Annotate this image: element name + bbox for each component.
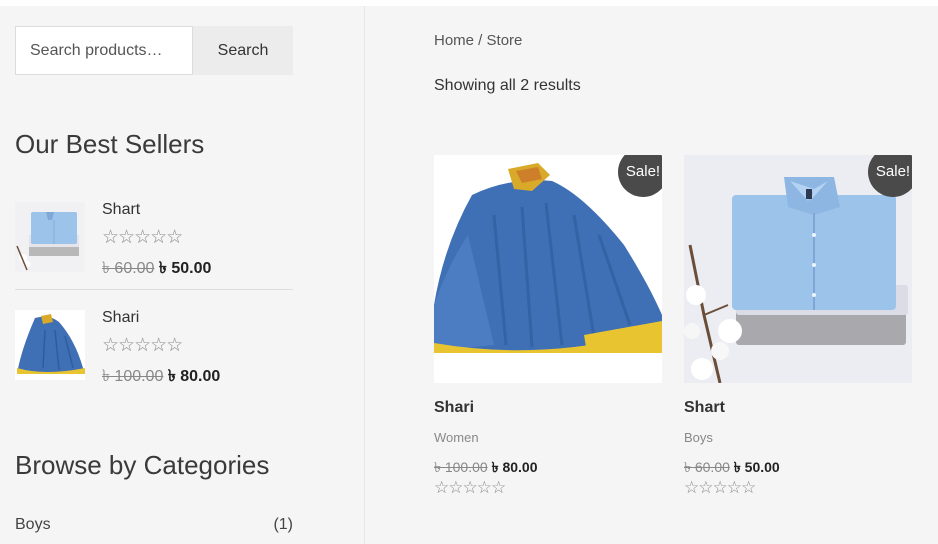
shari-thumbnail[interactable]: [15, 310, 85, 380]
best-seller-name[interactable]: Shart: [102, 201, 140, 219]
breadcrumb-home-link[interactable]: Home: [434, 32, 474, 49]
best-seller-price: ৳ 60.00 ৳ 50.00: [102, 255, 211, 282]
product-title[interactable]: Shart: [684, 399, 725, 417]
best-seller-price: ৳ 100.00 ৳ 80.00: [102, 363, 220, 390]
product-category: Boys: [684, 430, 713, 445]
category-label[interactable]: Boys: [15, 516, 51, 533]
breadcrumb: Home / Store: [434, 32, 522, 49]
search-input[interactable]: [15, 26, 193, 75]
sale-price: ৳ 80.00: [167, 368, 221, 385]
shari-product-image[interactable]: Sale!: [434, 155, 662, 383]
product-search-form: Search: [15, 26, 293, 75]
category-count: (1): [273, 516, 293, 533]
old-price: ৳ 100.00: [434, 459, 488, 475]
breadcrumb-separator: /: [474, 32, 487, 49]
sale-price: ৳ 50.00: [733, 459, 780, 475]
rating-stars-icon: ☆☆☆☆☆: [684, 478, 756, 497]
categories-title: Browse by Categories: [15, 450, 270, 480]
sidebar: Search Our Best Sellers Shart ☆☆☆☆☆ ৳ 60…: [0, 6, 365, 544]
best-sellers-title: Our Best Sellers: [15, 129, 205, 159]
product-price: ৳ 60.00 ৳ 50.00: [684, 456, 780, 480]
rating-stars-icon: ☆☆☆☆☆: [102, 227, 183, 248]
sale-price: ৳ 50.00: [158, 260, 212, 277]
best-seller-item: Shart ☆☆☆☆☆ ৳ 60.00 ৳ 50.00: [15, 196, 293, 296]
best-seller-name[interactable]: Shari: [102, 309, 139, 327]
sale-price: ৳ 80.00: [491, 459, 538, 475]
breadcrumb-current: Store: [486, 32, 523, 49]
best-seller-item: Shari ☆☆☆☆☆ ৳ 100.00 ৳ 80.00: [15, 304, 293, 404]
divider: [15, 289, 293, 290]
shart-thumbnail[interactable]: [15, 202, 85, 272]
category-item-boys[interactable]: Boys (1): [15, 516, 293, 534]
old-price: ৳ 60.00: [684, 459, 730, 475]
shart-product-image[interactable]: Sale!: [684, 155, 912, 383]
product-category: Women: [434, 430, 479, 445]
product-title[interactable]: Shari: [434, 399, 474, 417]
rating-stars-icon: ☆☆☆☆☆: [434, 478, 506, 497]
result-count: Showing all 2 results: [434, 77, 581, 94]
product-price: ৳ 100.00 ৳ 80.00: [434, 456, 537, 480]
search-button[interactable]: Search: [193, 26, 293, 75]
old-price: ৳ 60.00: [102, 260, 155, 277]
old-price: ৳ 100.00: [102, 368, 164, 385]
rating-stars-icon: ☆☆☆☆☆: [102, 335, 183, 356]
